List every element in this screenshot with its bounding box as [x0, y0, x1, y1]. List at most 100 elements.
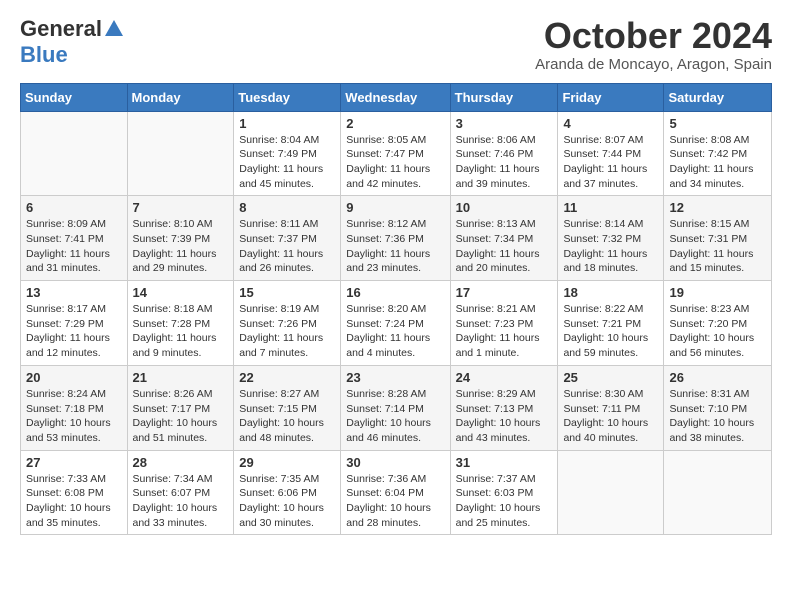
calendar-cell: 7Sunrise: 8:10 AMSunset: 7:39 PMDaylight… — [127, 196, 234, 281]
day-info: Sunrise: 8:17 AMSunset: 7:29 PMDaylight:… — [26, 302, 122, 361]
day-info: Sunrise: 8:11 AMSunset: 7:37 PMDaylight:… — [239, 217, 335, 276]
calendar-cell: 17 Sunrise: 8:21 AMSunset: 7:23 PMDayligh… — [450, 281, 558, 366]
weekday-header: Sunday — [21, 83, 128, 111]
weekday-header: Saturday — [664, 83, 772, 111]
logo-blue-text: Blue — [20, 42, 68, 67]
day-info: Sunrise: 8:06 AMSunset: 7:46 PMDaylight:… — [456, 133, 553, 192]
calendar-cell: 11Sunrise: 8:14 AMSunset: 7:32 PMDayligh… — [558, 196, 664, 281]
day-info: Sunrise: 8:08 AMSunset: 7:42 PMDaylight:… — [669, 133, 766, 192]
day-info: Sunrise: 8:23 AMSunset: 7:20 PMDaylight:… — [669, 302, 766, 361]
calendar-cell: 16Sunrise: 8:20 AMSunset: 7:24 PMDayligh… — [341, 281, 450, 366]
day-info: Sunrise: 8:04 AMSunset: 7:49 PMDaylight:… — [239, 133, 335, 192]
day-number: 13 — [26, 285, 122, 300]
day-number: 14 — [133, 285, 229, 300]
day-info: Sunrise: 8:26 AMSunset: 7:17 PMDaylight:… — [133, 387, 229, 446]
calendar-cell: 13 Sunrise: 8:17 AMSunset: 7:29 PMDayligh… — [21, 281, 128, 366]
day-number: 4 — [563, 116, 658, 131]
calendar-cell: 26 Sunrise: 8:31 AMSunset: 7:10 PMDayligh… — [664, 365, 772, 450]
calendar-cell: 22Sunrise: 8:27 AMSunset: 7:15 PMDayligh… — [234, 365, 341, 450]
day-number: 11 — [563, 200, 658, 215]
day-number: 15 — [239, 285, 335, 300]
calendar-cell: 14 Sunrise: 8:18 AMSunset: 7:28 PMDayligh… — [127, 281, 234, 366]
header: General Blue October 2024 Aranda de Monc… — [20, 16, 772, 73]
calendar-cell — [558, 450, 664, 535]
calendar-week-row: 27Sunrise: 7:33 AMSunset: 6:08 PMDayligh… — [21, 450, 772, 535]
day-info: Sunrise: 7:36 AMSunset: 6:04 PMDaylight:… — [346, 472, 444, 531]
day-number: 18 — [563, 285, 658, 300]
day-number: 27 — [26, 455, 122, 470]
calendar-header-row: SundayMondayTuesdayWednesdayThursdayFrid… — [21, 83, 772, 111]
day-info: Sunrise: 7:35 AMSunset: 6:06 PMDaylight:… — [239, 472, 335, 531]
calendar-cell — [664, 450, 772, 535]
day-number: 22 — [239, 370, 335, 385]
calendar-cell: 6Sunrise: 8:09 AMSunset: 7:41 PMDaylight… — [21, 196, 128, 281]
day-number: 30 — [346, 455, 444, 470]
calendar-cell: 30 Sunrise: 7:36 AMSunset: 6:04 PMDayligh… — [341, 450, 450, 535]
calendar-week-row: 13 Sunrise: 8:17 AMSunset: 7:29 PMDayligh… — [21, 281, 772, 366]
day-info: Sunrise: 7:34 AMSunset: 6:07 PMDaylight:… — [133, 472, 229, 531]
calendar-cell: 2Sunrise: 8:05 AMSunset: 7:47 PMDaylight… — [341, 111, 450, 196]
day-number: 2 — [346, 116, 444, 131]
calendar-cell: 24Sunrise: 8:29 AMSunset: 7:13 PMDayligh… — [450, 365, 558, 450]
day-info: Sunrise: 8:29 AMSunset: 7:13 PMDaylight:… — [456, 387, 553, 446]
calendar-cell: 20 Sunrise: 8:24 AMSunset: 7:18 PMDayligh… — [21, 365, 128, 450]
day-info: Sunrise: 8:24 AMSunset: 7:18 PMDaylight:… — [26, 387, 122, 446]
day-info: Sunrise: 8:19 AMSunset: 7:26 PMDaylight:… — [239, 302, 335, 361]
day-number: 25 — [563, 370, 658, 385]
day-info: Sunrise: 8:15 AMSunset: 7:31 PMDaylight:… — [669, 217, 766, 276]
calendar-week-row: 1 Sunrise: 8:04 AMSunset: 7:49 PMDaylight… — [21, 111, 772, 196]
calendar-cell: 1 Sunrise: 8:04 AMSunset: 7:49 PMDaylight… — [234, 111, 341, 196]
calendar-cell: 27Sunrise: 7:33 AMSunset: 6:08 PMDayligh… — [21, 450, 128, 535]
day-number: 1 — [239, 116, 335, 131]
day-number: 19 — [669, 285, 766, 300]
day-number: 12 — [669, 200, 766, 215]
calendar-table: SundayMondayTuesdayWednesdayThursdayFrid… — [20, 83, 772, 536]
weekday-header: Monday — [127, 83, 234, 111]
day-info: Sunrise: 8:30 AMSunset: 7:11 PMDaylight:… — [563, 387, 658, 446]
calendar-cell: 12 Sunrise: 8:15 AMSunset: 7:31 PMDayligh… — [664, 196, 772, 281]
calendar-cell — [21, 111, 128, 196]
calendar-cell: 21 Sunrise: 8:26 AMSunset: 7:17 PMDayligh… — [127, 365, 234, 450]
calendar-cell: 8 Sunrise: 8:11 AMSunset: 7:37 PMDaylight… — [234, 196, 341, 281]
day-number: 10 — [456, 200, 553, 215]
calendar-cell — [127, 111, 234, 196]
day-number: 21 — [133, 370, 229, 385]
day-info: Sunrise: 8:18 AMSunset: 7:28 PMDaylight:… — [133, 302, 229, 361]
calendar-cell: 9 Sunrise: 8:12 AMSunset: 7:36 PMDaylight… — [341, 196, 450, 281]
calendar-cell: 10Sunrise: 8:13 AMSunset: 7:34 PMDayligh… — [450, 196, 558, 281]
calendar-cell: 19 Sunrise: 8:23 AMSunset: 7:20 PMDayligh… — [664, 281, 772, 366]
day-number: 17 — [456, 285, 553, 300]
calendar-cell: 18Sunrise: 8:22 AMSunset: 7:21 PMDayligh… — [558, 281, 664, 366]
title-block: October 2024 Aranda de Moncayo, Aragon, … — [535, 16, 772, 73]
day-info: Sunrise: 8:09 AMSunset: 7:41 PMDaylight:… — [26, 217, 122, 276]
day-info: Sunrise: 8:07 AMSunset: 7:44 PMDaylight:… — [563, 133, 658, 192]
weekday-header: Friday — [558, 83, 664, 111]
month-title: October 2024 — [535, 16, 772, 56]
day-number: 26 — [669, 370, 766, 385]
calendar-week-row: 20 Sunrise: 8:24 AMSunset: 7:18 PMDayligh… — [21, 365, 772, 450]
day-info: Sunrise: 8:12 AMSunset: 7:36 PMDaylight:… — [346, 217, 444, 276]
logo-triangle-icon — [105, 20, 123, 41]
day-number: 5 — [669, 116, 766, 131]
weekday-header: Wednesday — [341, 83, 450, 111]
calendar-cell: 29Sunrise: 7:35 AMSunset: 6:06 PMDayligh… — [234, 450, 341, 535]
weekday-header: Tuesday — [234, 83, 341, 111]
day-number: 28 — [133, 455, 229, 470]
calendar-cell: 15 Sunrise: 8:19 AMSunset: 7:26 PMDayligh… — [234, 281, 341, 366]
day-number: 8 — [239, 200, 335, 215]
calendar-cell: 31Sunrise: 7:37 AMSunset: 6:03 PMDayligh… — [450, 450, 558, 535]
day-number: 7 — [133, 200, 229, 215]
day-number: 23 — [346, 370, 444, 385]
day-info: Sunrise: 8:20 AMSunset: 7:24 PMDaylight:… — [346, 302, 444, 361]
calendar-week-row: 6Sunrise: 8:09 AMSunset: 7:41 PMDaylight… — [21, 196, 772, 281]
day-info: Sunrise: 8:31 AMSunset: 7:10 PMDaylight:… — [669, 387, 766, 446]
day-info: Sunrise: 7:37 AMSunset: 6:03 PMDaylight:… — [456, 472, 553, 531]
calendar-cell: 23Sunrise: 8:28 AMSunset: 7:14 PMDayligh… — [341, 365, 450, 450]
day-info: Sunrise: 8:21 AMSunset: 7:23 PMDaylight:… — [456, 302, 553, 361]
day-number: 20 — [26, 370, 122, 385]
logo: General Blue — [20, 16, 123, 68]
day-number: 9 — [346, 200, 444, 215]
calendar-cell: 25 Sunrise: 8:30 AMSunset: 7:11 PMDayligh… — [558, 365, 664, 450]
calendar-cell: 5 Sunrise: 8:08 AMSunset: 7:42 PMDaylight… — [664, 111, 772, 196]
calendar-cell: 28 Sunrise: 7:34 AMSunset: 6:07 PMDayligh… — [127, 450, 234, 535]
